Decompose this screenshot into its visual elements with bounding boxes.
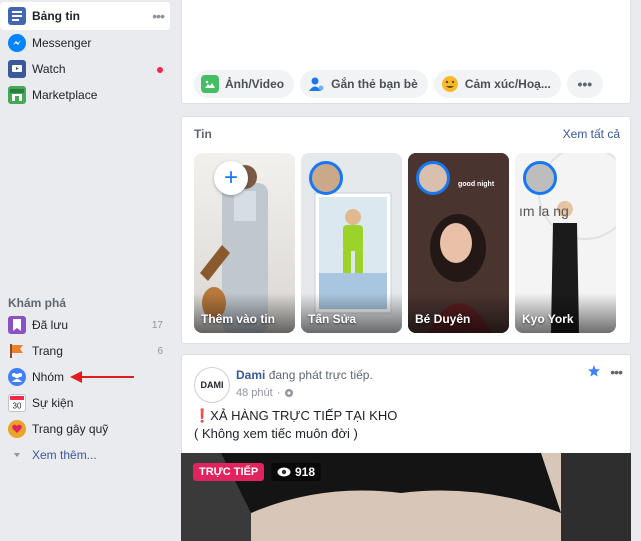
stories-title: Tin bbox=[194, 127, 212, 141]
see-more-link[interactable]: Xem thêm... bbox=[0, 442, 175, 468]
sidebar-item-label: Watch bbox=[32, 62, 66, 76]
see-more-label: Xem thêm... bbox=[32, 448, 97, 462]
sidebar-item-messenger[interactable]: Messenger bbox=[0, 30, 175, 56]
story-add[interactable]: + Thêm vào tin bbox=[194, 153, 295, 333]
sidebar-item-label: Nhóm bbox=[32, 370, 65, 384]
separator-dot: · bbox=[276, 387, 281, 399]
see-all-stories-link[interactable]: Xem tất cả bbox=[563, 127, 620, 141]
sidebar-item-news-feed[interactable]: Bảng tin ••• bbox=[0, 2, 170, 30]
composer-actions: Ảnh/Video Gắn thẻ bạn bè Cảm xúc/Hoạ... … bbox=[194, 70, 603, 98]
saved-icon bbox=[8, 316, 26, 334]
left-sidebar: Bảng tin ••• Messenger Watch Marketplace… bbox=[0, 0, 175, 541]
watch-icon bbox=[8, 60, 26, 78]
eye-icon bbox=[277, 467, 291, 477]
post-composer: Ảnh/Video Gắn thẻ bạn bè Cảm xúc/Hoạ... … bbox=[181, 0, 631, 104]
feeling-activity-label: Cảm xúc/Hoạ... bbox=[464, 77, 551, 91]
story-name: Kyo York bbox=[522, 312, 574, 326]
photo-video-button[interactable]: Ảnh/Video bbox=[194, 70, 295, 98]
post-text-line: ❗XẢ HÀNG TRỰC TIẾP TẠI KHO bbox=[194, 408, 398, 423]
story-name: Tấn Sửa bbox=[308, 312, 357, 326]
post-time-text[interactable]: 48 phút bbox=[236, 387, 273, 399]
post-text: ❗XẢ HÀNG TRỰC TIẾP TẠI KHO ( Không xem t… bbox=[194, 407, 397, 443]
story-avatar bbox=[309, 161, 343, 195]
story-overlay-text: good night bbox=[458, 181, 495, 188]
sidebar-item-saved[interactable]: Đã lưu 17 bbox=[0, 312, 175, 338]
svg-text:30: 30 bbox=[13, 402, 22, 411]
sidebar-item-events[interactable]: 30 Sự kiện bbox=[0, 390, 175, 416]
sidebar-item-label: Marketplace bbox=[32, 88, 98, 102]
saved-count: 17 bbox=[151, 319, 163, 331]
story-avatar bbox=[523, 161, 557, 195]
explore-list: Đã lưu 17 Trang 6 Nhóm 30 Sự kiện Trang … bbox=[0, 312, 175, 468]
marketplace-icon bbox=[8, 86, 26, 104]
gear-icon[interactable] bbox=[284, 388, 294, 398]
add-story-button[interactable]: + bbox=[214, 161, 248, 195]
feeling-emoji-icon bbox=[441, 75, 459, 93]
sidebar-item-label: Messenger bbox=[32, 36, 92, 50]
story-avatar bbox=[416, 161, 450, 195]
post-author-line: Dami đang phát trực tiếp. bbox=[236, 368, 373, 382]
news-feed-icon bbox=[8, 7, 26, 25]
viewer-count: 918 bbox=[271, 463, 322, 481]
page-avatar[interactable]: DAMI bbox=[194, 367, 230, 403]
pages-flag-icon bbox=[8, 342, 26, 360]
explore-section-title: Khám phá bbox=[8, 296, 67, 310]
live-badge: TRỰC TIẾP bbox=[193, 463, 265, 481]
more-composer-options-button[interactable]: ••• bbox=[566, 70, 603, 98]
sidebar-item-watch[interactable]: Watch bbox=[0, 56, 175, 82]
photo-video-label: Ảnh/Video bbox=[225, 77, 285, 91]
star-icon[interactable] bbox=[588, 365, 600, 377]
live-video[interactable]: TRỰC TIẾP 918 bbox=[181, 453, 631, 541]
post-text-line: ( Không xem tiếc muôn đời ) bbox=[194, 426, 358, 441]
red-pointer-arrow-icon bbox=[70, 371, 134, 383]
feeling-activity-button[interactable]: Cảm xúc/Hoạ... bbox=[433, 70, 561, 98]
post-options-button[interactable]: ••• bbox=[610, 364, 623, 380]
fundraiser-icon bbox=[8, 420, 26, 438]
tag-friends-button[interactable]: Gắn thẻ bạn bè bbox=[300, 70, 428, 98]
more-dots-icon: ••• bbox=[577, 76, 593, 92]
groups-icon bbox=[8, 368, 26, 386]
story-name: Bé Duyên bbox=[415, 312, 471, 326]
events-calendar-icon: 30 bbox=[8, 394, 26, 412]
story-item[interactable]: Tấn Sửa bbox=[301, 153, 402, 333]
chevron-down-icon bbox=[8, 446, 26, 464]
tag-friends-label: Gắn thẻ bạn bè bbox=[331, 77, 418, 91]
pages-count: 6 bbox=[157, 345, 163, 357]
story-item[interactable]: ım la ng Kyo York bbox=[515, 153, 616, 333]
post-timestamp: 48 phút · bbox=[236, 387, 294, 399]
post-author-name[interactable]: Dami bbox=[236, 368, 265, 382]
notification-dot bbox=[157, 67, 163, 73]
feed-post: DAMI Dami đang phát trực tiếp. 48 phút ·… bbox=[181, 354, 631, 541]
sidebar-item-label: Bảng tin bbox=[32, 9, 80, 23]
viewer-count-text: 918 bbox=[295, 465, 316, 479]
story-overlay-text: ım la ng bbox=[519, 203, 569, 219]
sidebar-item-label: Đã lưu bbox=[32, 318, 69, 332]
messenger-icon bbox=[8, 34, 26, 52]
sidebar-item-pages[interactable]: Trang 6 bbox=[0, 338, 175, 364]
photo-video-icon bbox=[201, 75, 219, 93]
story-item[interactable]: good night Bé Duyên bbox=[408, 153, 509, 333]
stories-panel: Tin Xem tất cả + Thêm vào tin Tấn Sửa go… bbox=[181, 116, 631, 344]
sidebar-item-marketplace[interactable]: Marketplace bbox=[0, 82, 175, 108]
sidebar-item-label: Trang bbox=[32, 344, 63, 358]
post-action-text: đang phát trực tiếp. bbox=[268, 368, 373, 382]
more-options-icon[interactable]: ••• bbox=[152, 8, 165, 24]
sidebar-item-label: Trang gây quỹ bbox=[32, 422, 109, 436]
sidebar-item-label: Sự kiện bbox=[32, 396, 74, 410]
sidebar-item-fundraisers[interactable]: Trang gây quỹ bbox=[0, 416, 175, 442]
story-name: Thêm vào tin bbox=[201, 312, 276, 326]
tag-friends-icon bbox=[307, 75, 325, 93]
